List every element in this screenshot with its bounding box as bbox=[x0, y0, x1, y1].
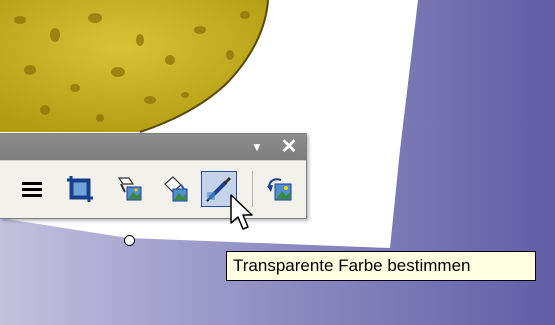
toolbar-close-button[interactable]: ✕ bbox=[280, 137, 298, 157]
crop-button[interactable] bbox=[62, 171, 98, 207]
toolbar-body bbox=[0, 161, 306, 218]
recolor-picture-icon bbox=[164, 176, 188, 202]
reset-picture-button[interactable] bbox=[262, 171, 298, 207]
tooltip: Transparente Farbe bestimmen bbox=[226, 251, 536, 281]
toolbar-options-dropdown[interactable]: ▼ bbox=[248, 138, 266, 156]
recolor-picture-button[interactable] bbox=[158, 171, 194, 207]
line-style-button[interactable] bbox=[14, 171, 50, 207]
toolbar-titlebar[interactable]: ▼ ✕ bbox=[0, 134, 306, 160]
mouse-pointer-icon bbox=[230, 194, 253, 230]
picture-toolbar: ▼ ✕ bbox=[0, 133, 307, 219]
slide-canvas: ▼ ✕ Transparente Farbe bestimmen bbox=[0, 0, 555, 325]
crop-icon bbox=[67, 176, 93, 202]
format-picture-icon bbox=[117, 177, 142, 201]
rotation-handle[interactable] bbox=[124, 235, 135, 246]
sponge-image bbox=[0, 0, 268, 132]
line-style-icon bbox=[22, 182, 42, 197]
reset-picture-icon bbox=[267, 178, 292, 201]
format-picture-button[interactable] bbox=[112, 171, 148, 207]
